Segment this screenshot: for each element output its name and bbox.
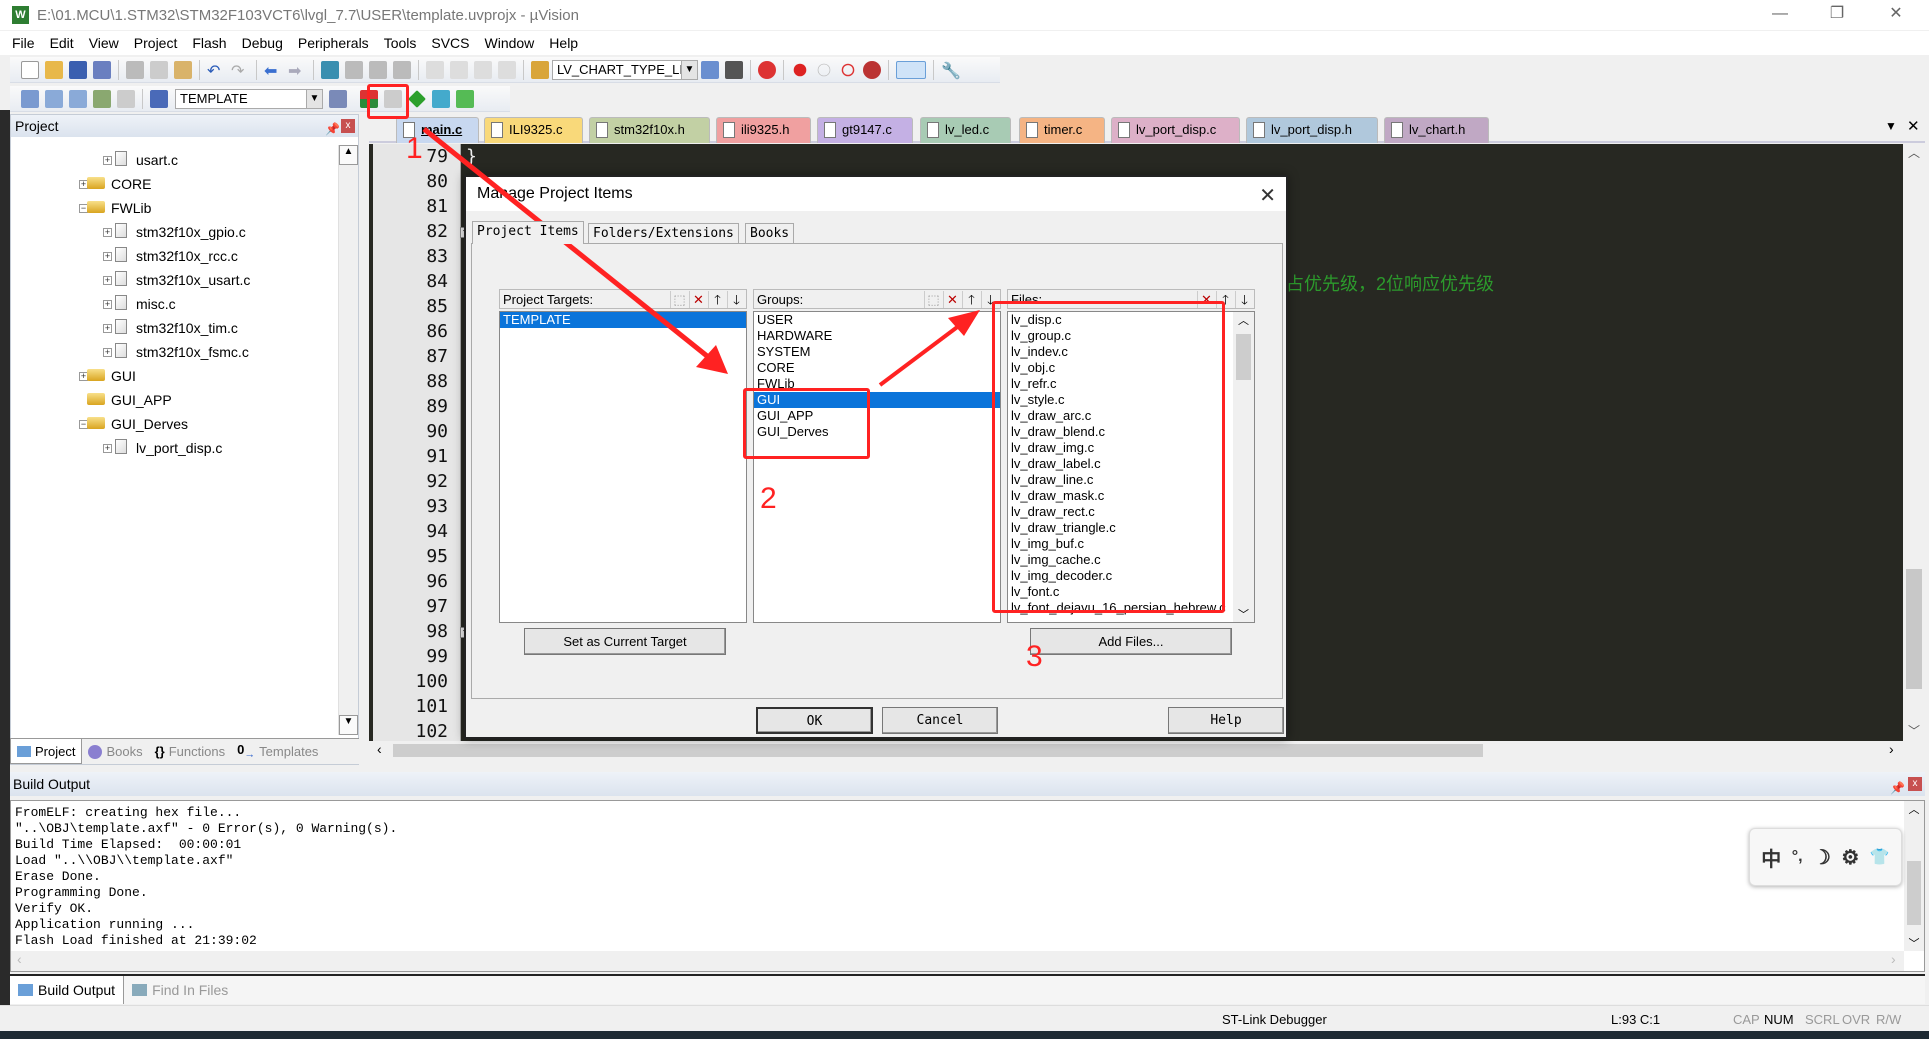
annotation-step-2: 2 [760, 482, 777, 515]
annotation-arrow-1 [422, 127, 714, 362]
annotation-step-3: 3 [1026, 640, 1043, 673]
annotation-step-1: 1 [406, 132, 423, 165]
annotation-arrows [422, 127, 980, 387]
annotation-arrow-2 [878, 320, 966, 387]
tab-project-items[interactable]: Project Items [472, 221, 584, 244]
